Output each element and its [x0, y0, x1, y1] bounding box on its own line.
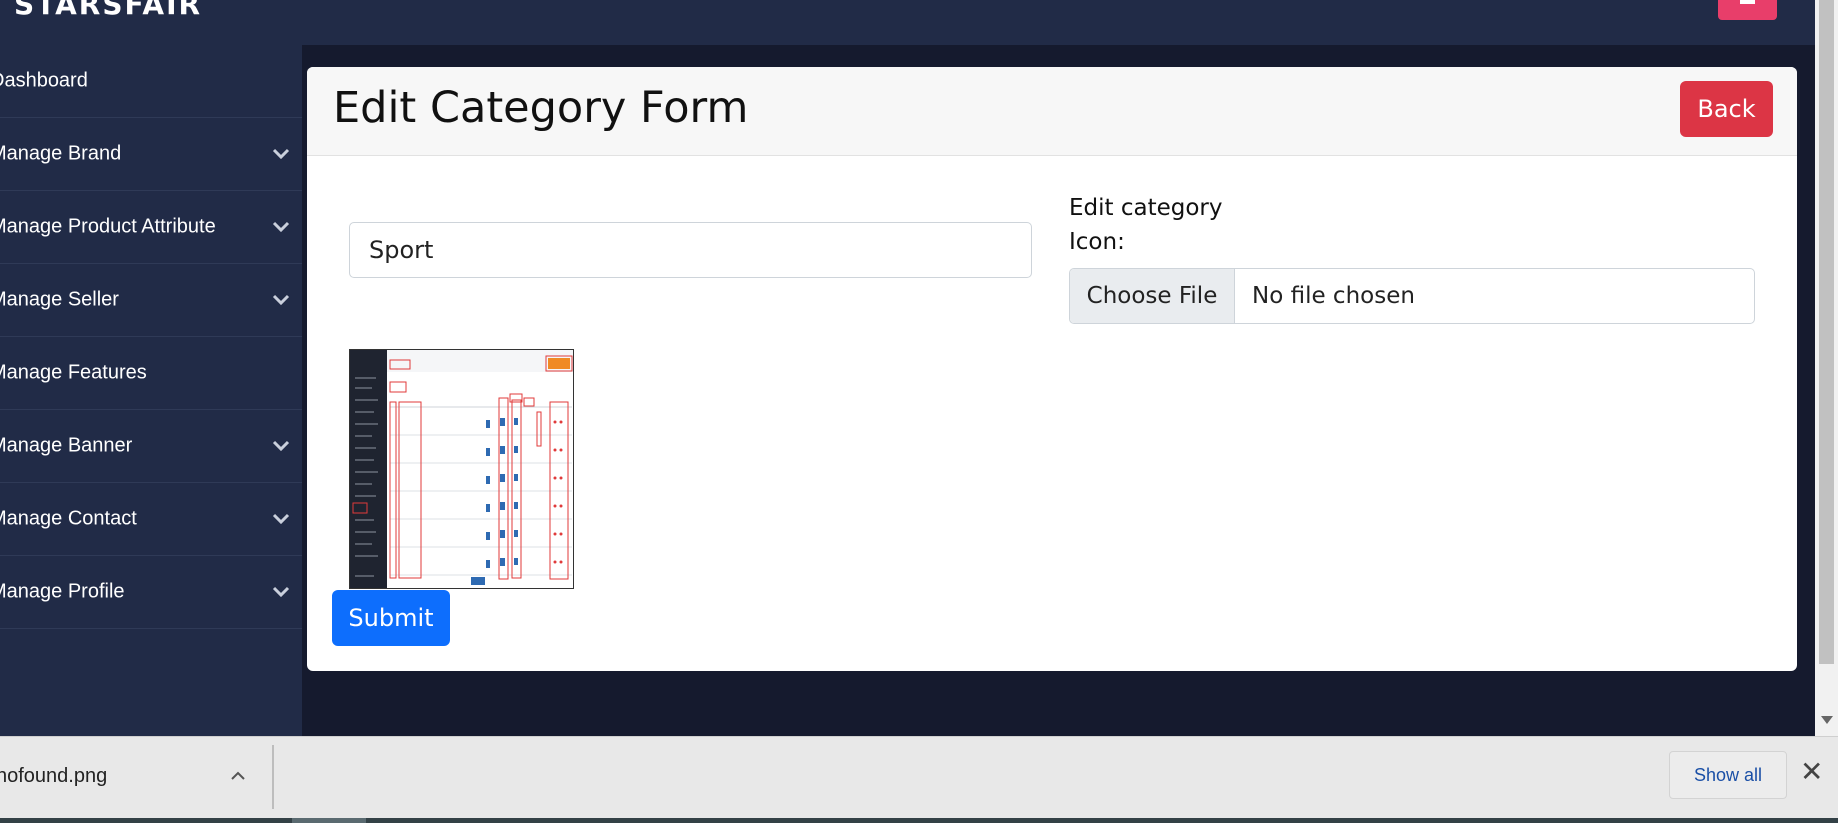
- page-scrollbar[interactable]: [1815, 0, 1838, 736]
- download-item-name[interactable]: nofound.png: [0, 765, 107, 788]
- close-icon[interactable]: ✕: [1800, 757, 1823, 787]
- taskbar-strip: [0, 818, 1838, 823]
- brand-logo[interactable]: STARSFAIR: [14, 0, 202, 21]
- sidebar-item-manage-profile[interactable]: Manage Profile: [0, 556, 302, 629]
- edit-category-card: Edit Category Form Back Edit category Ic…: [307, 67, 1797, 671]
- page-title: Edit Category Form: [333, 83, 749, 133]
- top-navbar: STARSFAIR: [0, 0, 1815, 45]
- sidebar-item-manage-banner[interactable]: Manage Banner: [0, 410, 302, 483]
- sidebar-item-label: Manage Product Attribute: [0, 215, 216, 238]
- chevron-down-icon: [272, 440, 290, 452]
- show-all-button[interactable]: Show all: [1669, 751, 1787, 799]
- sidebar-item-label: Manage Contact: [0, 507, 137, 530]
- chevron-up-icon[interactable]: [230, 770, 246, 782]
- back-button[interactable]: Back: [1680, 81, 1773, 137]
- sidebar-item-manage-brand[interactable]: Manage Brand: [0, 118, 302, 191]
- sidebar-item-label: Manage Seller: [0, 288, 119, 311]
- scroll-down-arrow-icon[interactable]: [1821, 716, 1833, 724]
- preview-image: [350, 350, 573, 588]
- file-status-text: No file chosen: [1252, 283, 1415, 309]
- top-right-menu-button[interactable]: [1718, 0, 1777, 20]
- divider: [272, 745, 274, 809]
- sidebar-item-manage-product-attribute[interactable]: Manage Product Attribute: [0, 191, 302, 264]
- sidebar-item-manage-features[interactable]: Manage Features: [0, 337, 302, 410]
- category-icon-file-input[interactable]: Choose File No file chosen: [1069, 268, 1755, 324]
- chevron-down-icon: [272, 148, 290, 160]
- sidebar: Dashboard Manage Brand Manage Product At…: [0, 45, 302, 736]
- submit-button[interactable]: Submit: [332, 590, 450, 646]
- sidebar-item-label: Manage Features: [0, 361, 147, 384]
- current-icon-preview: [349, 349, 574, 589]
- sidebar-item-label: Dashboard: [0, 69, 88, 92]
- sidebar-item-manage-seller[interactable]: Manage Seller: [0, 264, 302, 337]
- sidebar-item-label: Manage Banner: [0, 434, 133, 457]
- scrollbar-thumb[interactable]: [1819, 0, 1834, 664]
- sidebar-item-label: Manage Profile: [0, 580, 125, 603]
- chevron-down-icon: [272, 513, 290, 525]
- card-header: Edit Category Form Back: [307, 67, 1797, 156]
- chevron-down-icon: [272, 586, 290, 598]
- sidebar-item-manage-contact[interactable]: Manage Contact: [0, 483, 302, 556]
- menu-icon: [1740, 0, 1755, 4]
- sidebar-item-dashboard[interactable]: Dashboard: [0, 45, 302, 118]
- category-name-input[interactable]: [349, 222, 1032, 278]
- choose-file-button[interactable]: Choose File: [1070, 269, 1235, 323]
- taskbar-segment: [292, 818, 366, 823]
- chevron-down-icon: [272, 294, 290, 306]
- sidebar-item-label: Manage Brand: [0, 142, 122, 165]
- icon-field-label: Edit category Icon:: [1069, 195, 1223, 255]
- chevron-down-icon: [272, 221, 290, 233]
- download-shelf: nofound.png Show all ✕: [0, 736, 1838, 819]
